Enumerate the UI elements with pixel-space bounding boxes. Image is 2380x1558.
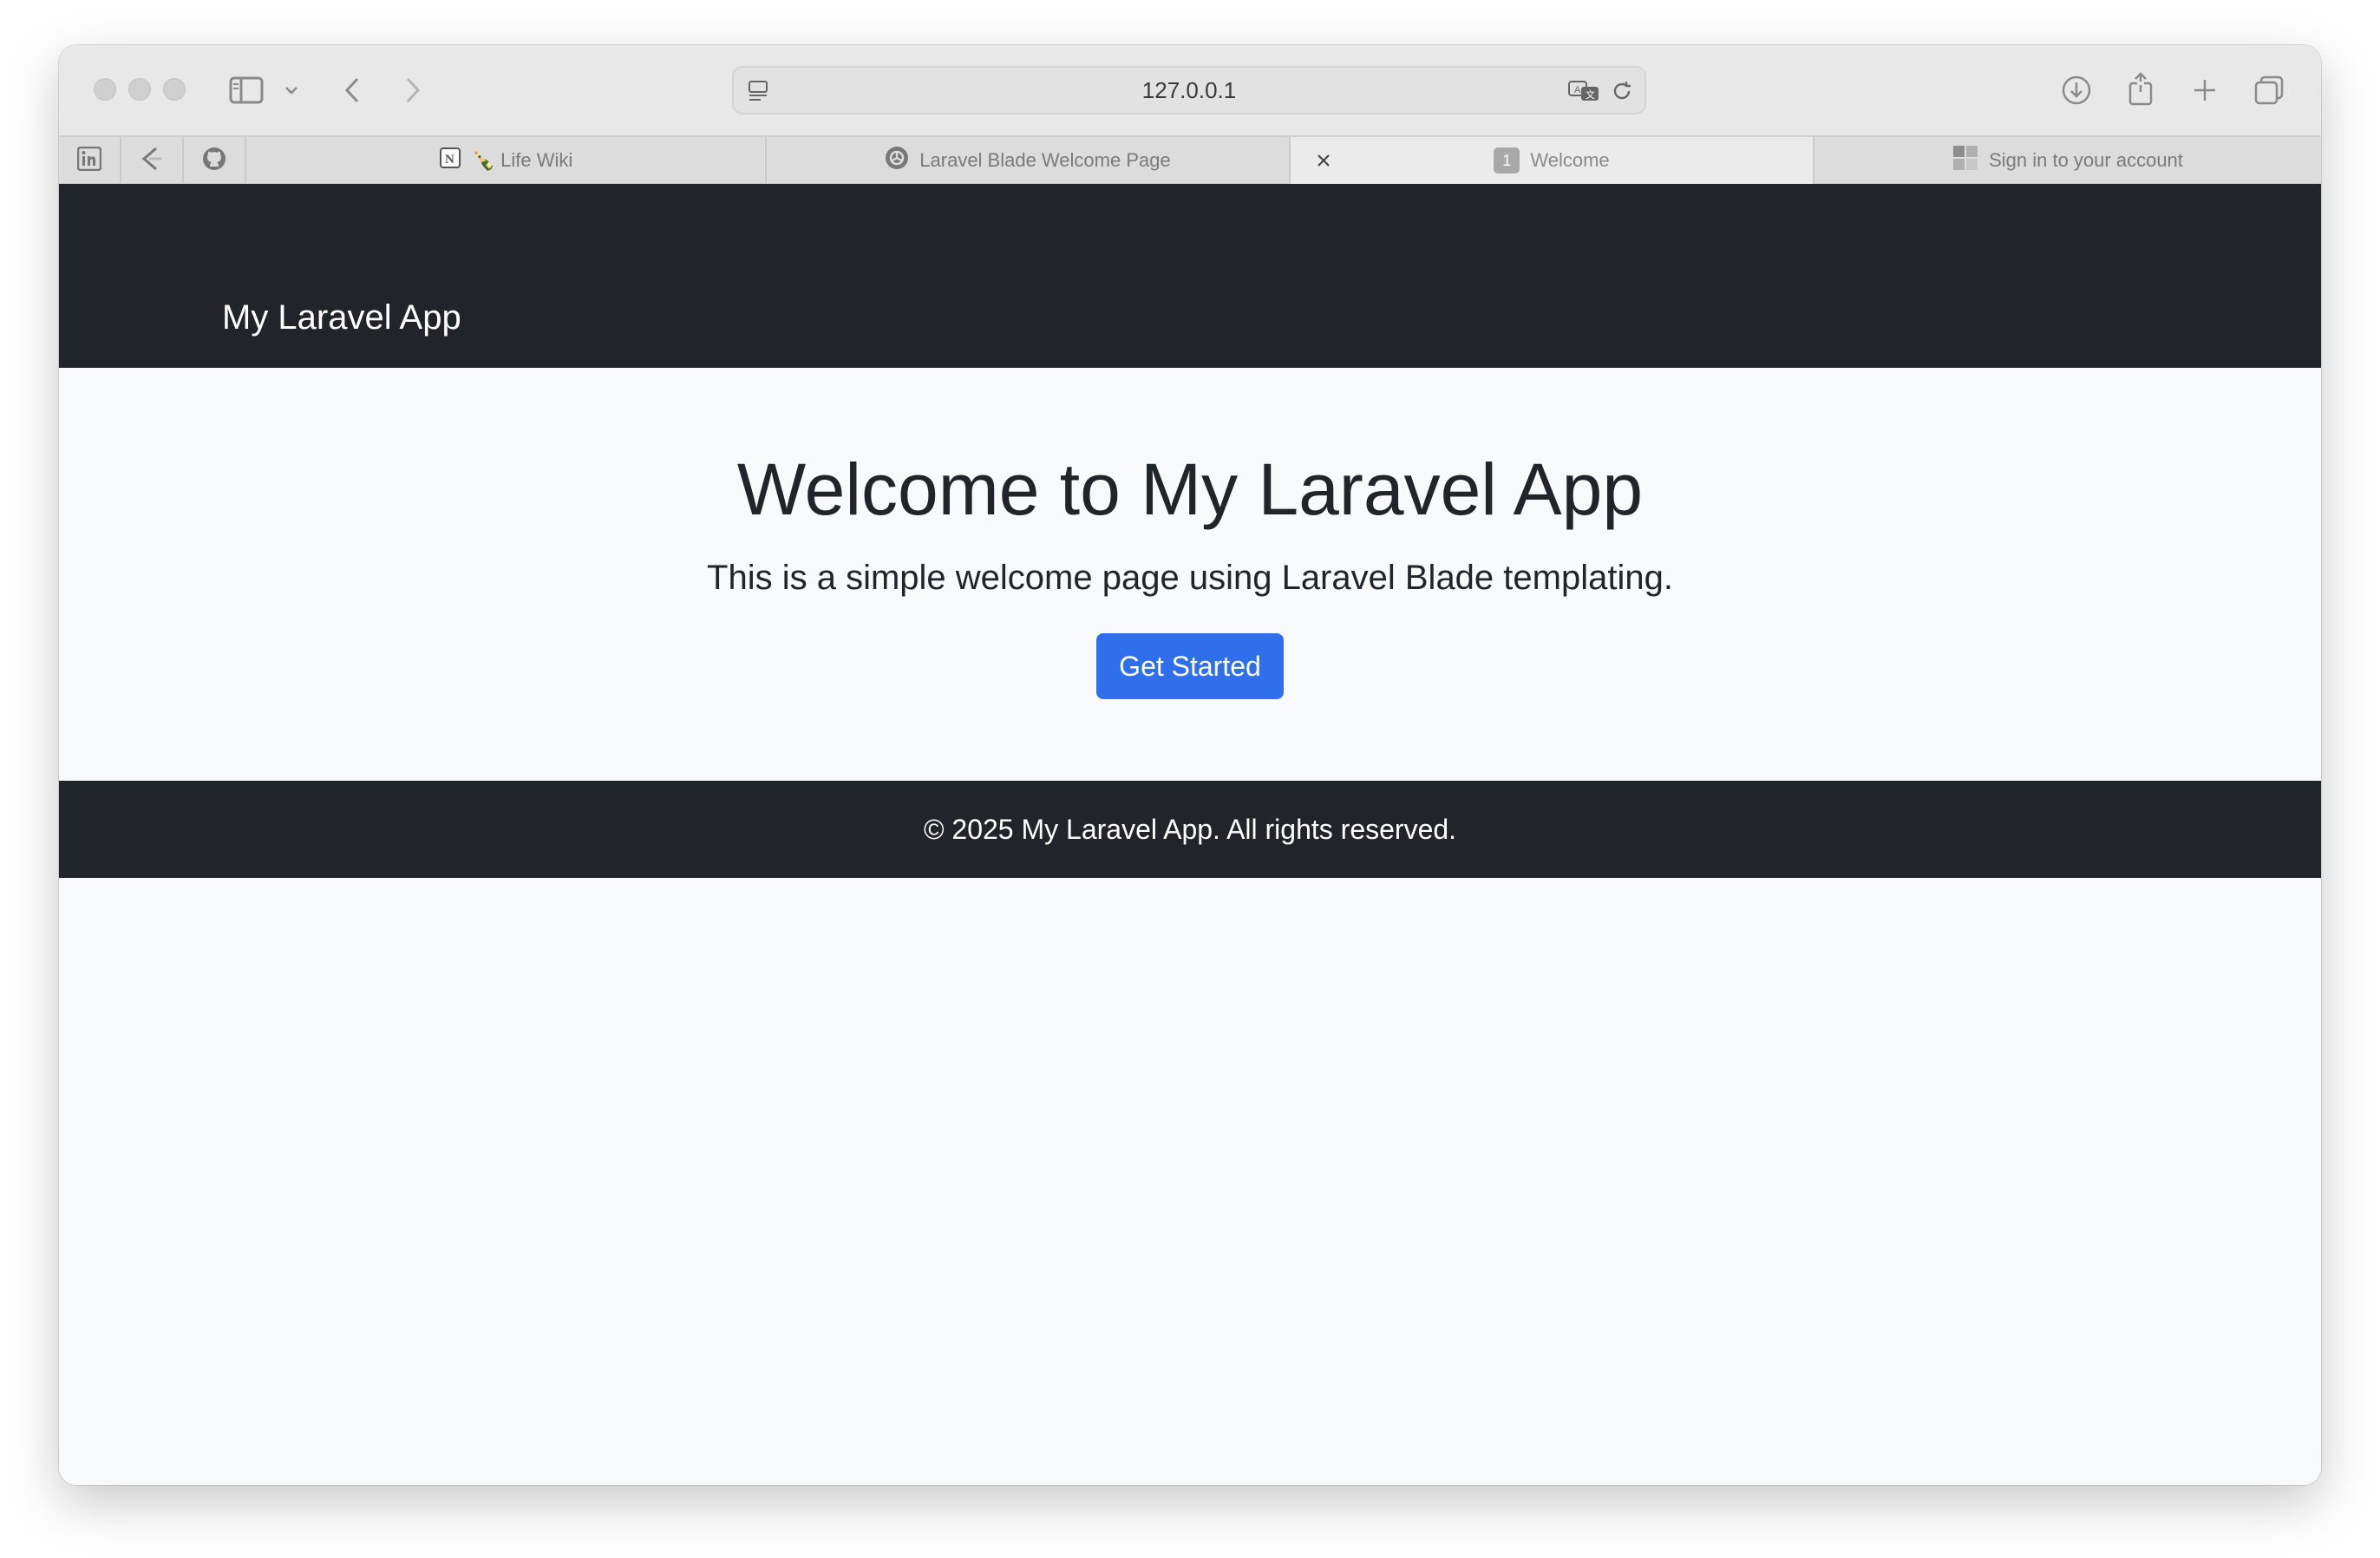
tab-laravel-blade[interactable]: Laravel Blade Welcome Page: [767, 137, 1291, 184]
tab-sign-in[interactable]: Sign in to your account: [1814, 137, 2321, 184]
microsoft-icon: [1952, 145, 1978, 176]
svg-text:A: A: [1574, 85, 1581, 95]
hero-lead-text: This is a simple welcome page using Lara…: [707, 559, 1673, 597]
footer: © 2025 My Laravel App. All rights reserv…: [59, 781, 2321, 878]
tab-life-wiki[interactable]: N 🍾 Life Wiki: [246, 137, 767, 184]
tab-label: Laravel Blade Welcome Page: [919, 149, 1171, 171]
minimize-window-button[interactable]: [128, 78, 151, 101]
back-icon[interactable]: [335, 71, 369, 109]
github-icon: [201, 146, 227, 176]
pinned-tab-linkedin[interactable]: [59, 137, 121, 184]
chevron-down-icon[interactable]: [281, 80, 302, 101]
tab-overview-icon[interactable]: [2250, 71, 2288, 109]
footer-copyright: © 2025 My Laravel App. All rights reserv…: [923, 813, 1457, 845]
navbar: My Laravel App: [59, 184, 2321, 368]
new-tab-icon[interactable]: [2186, 71, 2224, 109]
linkedin-icon: [76, 146, 102, 175]
tab-number-icon: 1: [1494, 147, 1520, 173]
browser-window: 127.0.0.1 A文 N 🍾 Life Wiki Laravel Blade…: [59, 45, 2321, 1485]
reload-icon[interactable]: [1608, 78, 1636, 104]
svg-text:文: 文: [1586, 88, 1595, 101]
get-started-button[interactable]: Get Started: [1096, 633, 1284, 699]
tab-welcome[interactable]: 1 Welcome: [1291, 137, 1814, 184]
forward-icon[interactable]: [396, 71, 430, 109]
sidebar-icon[interactable]: [227, 73, 265, 108]
notion-icon: N: [439, 147, 461, 174]
pinned-tab-github[interactable]: [184, 137, 246, 184]
pin-tab-icon: [139, 146, 165, 176]
zoom-window-button[interactable]: [163, 78, 186, 101]
downloads-icon[interactable]: [2057, 71, 2096, 109]
url-text: 127.0.0.1: [1141, 76, 1237, 103]
openai-icon: [885, 146, 909, 175]
close-window-button[interactable]: [94, 78, 116, 101]
page-empty-area: [59, 878, 2321, 1485]
pinned-tab-2[interactable]: [121, 137, 184, 184]
tab-bar: N 🍾 Life Wiki Laravel Blade Welcome Page…: [59, 135, 2321, 184]
browser-toolbar: 127.0.0.1 A文: [59, 45, 2321, 135]
close-tab-icon[interactable]: [1311, 148, 1336, 173]
share-icon[interactable]: [2122, 68, 2160, 109]
svg-text:N: N: [445, 153, 454, 167]
tab-label: Welcome: [1530, 149, 1610, 171]
hero-section: Welcome to My Laravel App This is a simp…: [59, 368, 2321, 781]
tab-label: 🍾 Life Wiki: [471, 149, 573, 171]
page-title: Welcome to My Laravel App: [736, 448, 1644, 530]
translate-icon[interactable]: A文: [1566, 78, 1603, 104]
tab-label: Sign in to your account: [1989, 149, 2183, 171]
address-bar[interactable]: 127.0.0.1 A文: [732, 66, 1646, 115]
navbar-brand[interactable]: My Laravel App: [222, 300, 461, 335]
